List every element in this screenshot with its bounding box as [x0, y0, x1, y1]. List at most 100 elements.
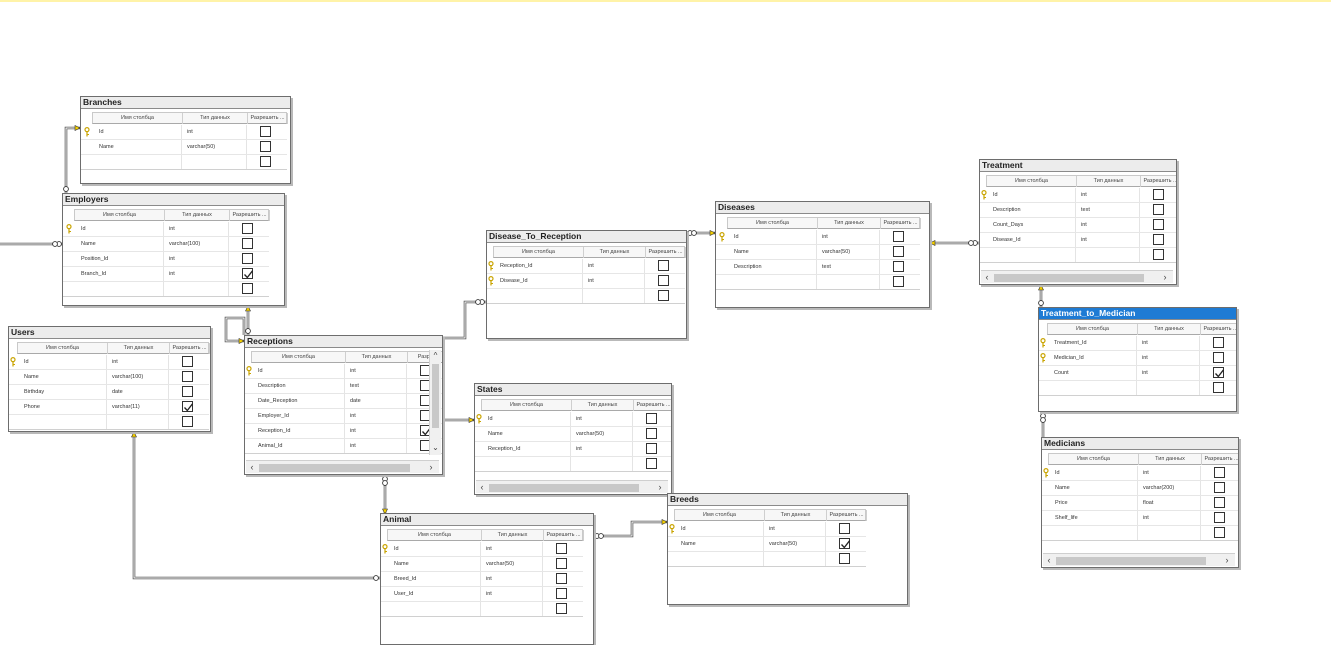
allow-nulls-checkbox[interactable] — [839, 553, 850, 564]
column-type[interactable]: int — [1137, 336, 1200, 350]
column-name[interactable]: Medician_Id — [1047, 351, 1137, 365]
column-name[interactable]: Reception_Id — [251, 424, 345, 438]
allow-nulls-checkbox[interactable] — [260, 156, 271, 167]
allow-nulls-checkbox[interactable] — [1214, 512, 1225, 523]
column-name[interactable]: Animal_Id — [251, 439, 345, 453]
column-type[interactable] — [164, 282, 229, 296]
column-name[interactable] — [17, 415, 107, 429]
allow-nulls-checkbox[interactable] — [556, 588, 567, 599]
column-name[interactable]: Disease_Id — [493, 274, 583, 288]
table-row[interactable]: Reception_Id int — [475, 442, 671, 457]
column-type[interactable]: varchar(11) — [107, 400, 169, 414]
table-row[interactable] — [716, 275, 920, 290]
column-type[interactable]: int — [164, 267, 229, 281]
table-row[interactable] — [668, 552, 866, 567]
table-title[interactable]: Receptions — [245, 336, 442, 348]
column-name[interactable] — [674, 552, 764, 566]
table-row[interactable]: Date_Reception date — [245, 394, 442, 409]
column-type[interactable]: int — [1138, 466, 1201, 480]
chevron-left-icon[interactable]: ‹ — [246, 461, 258, 473]
allow-nulls-checkbox[interactable] — [893, 261, 904, 272]
table-title[interactable]: Diseases — [716, 202, 929, 214]
column-type[interactable]: varchar(50) — [817, 245, 880, 259]
column-type[interactable]: int — [583, 259, 645, 273]
column-type[interactable]: int — [345, 439, 407, 453]
allow-nulls-checkbox[interactable] — [242, 223, 253, 234]
column-name[interactable]: Name — [74, 237, 164, 251]
column-type[interactable]: int — [1076, 218, 1140, 232]
allow-nulls-checkbox[interactable] — [182, 401, 194, 412]
column-name[interactable]: Id — [92, 125, 182, 139]
table-row[interactable]: Count_Days int — [980, 218, 1176, 233]
scroll-thumb[interactable] — [1056, 557, 1206, 565]
column-name[interactable] — [493, 289, 583, 303]
table-row[interactable]: Id int — [668, 522, 866, 537]
table-row[interactable]: Phone varchar(11) — [9, 400, 209, 415]
column-name[interactable] — [92, 155, 182, 169]
column-name[interactable]: Count_Days — [986, 218, 1076, 232]
table-row[interactable] — [1039, 381, 1236, 396]
table-row[interactable] — [487, 289, 685, 304]
allow-nulls-checkbox[interactable] — [260, 126, 271, 137]
allow-nulls-checkbox[interactable] — [1213, 382, 1224, 393]
chevron-up-icon[interactable]: ^ — [430, 350, 441, 361]
column-name[interactable]: Phone — [17, 400, 107, 414]
column-name[interactable] — [74, 282, 164, 296]
allow-nulls-checkbox[interactable] — [658, 275, 669, 286]
allow-nulls-checkbox[interactable] — [646, 458, 657, 469]
table-row[interactable]: Id int — [245, 364, 442, 379]
table-row[interactable]: Birthday date — [9, 385, 209, 400]
table-row[interactable]: Name varchar(50) — [668, 537, 866, 552]
table-row[interactable] — [9, 415, 209, 430]
column-name[interactable] — [1048, 526, 1138, 540]
column-type[interactable]: varchar(50) — [571, 427, 633, 441]
column-type[interactable]: int — [583, 274, 645, 288]
column-type[interactable]: varchar(200) — [1138, 481, 1201, 495]
column-name[interactable] — [986, 248, 1076, 262]
column-type[interactable]: varchar(50) — [764, 537, 826, 551]
column-name[interactable]: Name — [17, 370, 107, 384]
column-type[interactable] — [764, 552, 826, 566]
column-type[interactable]: text — [1076, 203, 1140, 217]
table-row[interactable]: Id int — [81, 125, 287, 140]
table-row[interactable]: Reception_Id int — [487, 259, 685, 274]
table-employers[interactable]: Employers Имя столбца Тип данных Разрешить … — [62, 193, 285, 306]
column-name[interactable]: Id — [251, 364, 345, 378]
table-row[interactable]: Name varchar(200) — [1042, 481, 1238, 496]
table-row[interactable]: Reception_Id int — [245, 424, 442, 439]
allow-nulls-checkbox[interactable] — [1214, 497, 1225, 508]
scroll-thumb[interactable] — [259, 464, 410, 472]
column-type[interactable]: varchar(50) — [182, 140, 247, 154]
column-type[interactable] — [571, 457, 633, 471]
column-type[interactable]: float — [1138, 496, 1201, 510]
column-type[interactable]: int — [164, 252, 229, 266]
column-name[interactable]: Description — [727, 260, 817, 274]
column-name[interactable]: Price — [1048, 496, 1138, 510]
table-disease-to-reception[interactable]: Disease_To_Reception Имя столбца Тип данны… — [486, 230, 687, 339]
column-type[interactable] — [1138, 526, 1201, 540]
allow-nulls-checkbox[interactable] — [556, 573, 567, 584]
allow-nulls-checkbox[interactable] — [182, 356, 193, 367]
table-row[interactable] — [63, 282, 269, 297]
column-name[interactable]: Id — [17, 355, 107, 369]
chevron-right-icon[interactable]: › — [425, 461, 437, 473]
allow-nulls-checkbox[interactable] — [658, 260, 669, 271]
allow-nulls-checkbox[interactable] — [242, 238, 253, 249]
table-row[interactable] — [475, 457, 671, 472]
column-type[interactable]: int — [1137, 351, 1200, 365]
table-row[interactable]: Id int — [381, 542, 583, 557]
column-name[interactable]: Id — [674, 522, 764, 536]
column-type[interactable]: int — [481, 587, 543, 601]
column-name[interactable]: Name — [92, 140, 182, 154]
column-name[interactable]: Birthday — [17, 385, 107, 399]
allow-nulls-checkbox[interactable] — [646, 413, 657, 424]
column-name[interactable]: Date_Reception — [251, 394, 345, 408]
table-row[interactable]: Price float — [1042, 496, 1238, 511]
column-name[interactable]: Shelf_life — [1048, 511, 1138, 525]
column-type[interactable] — [1137, 381, 1200, 395]
table-row[interactable]: Id int — [9, 355, 209, 370]
column-type[interactable]: int — [345, 364, 407, 378]
table-row[interactable]: Description text — [716, 260, 920, 275]
column-type[interactable]: varchar(50) — [481, 557, 543, 571]
allow-nulls-checkbox[interactable] — [839, 538, 851, 549]
